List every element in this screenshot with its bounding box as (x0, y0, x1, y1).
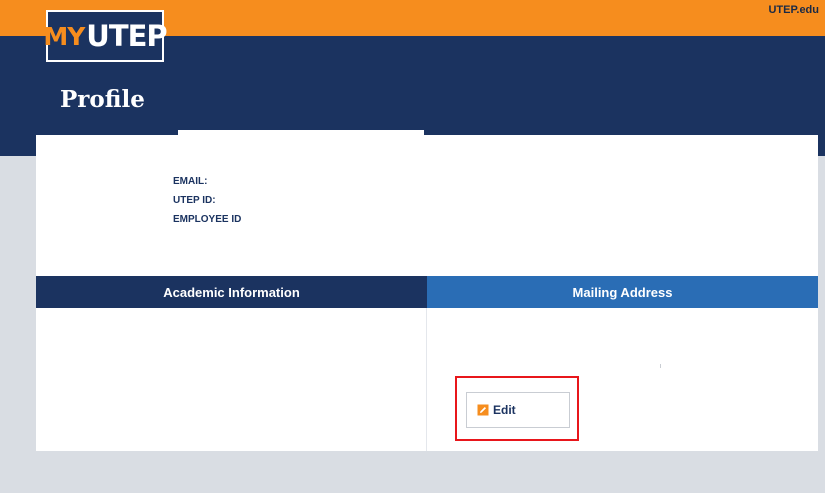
academic-information-panel (36, 308, 427, 451)
section-tabs: Academic Information Mailing Address (36, 276, 818, 308)
utep-id-label: UTEP ID: (173, 195, 216, 206)
email-label: EMAIL: (173, 176, 208, 187)
utep-edu-link[interactable]: UTEP.edu (768, 4, 819, 16)
divider-mark (660, 364, 661, 368)
tab-mailing-address[interactable]: Mailing Address (427, 276, 818, 308)
edit-label: Edit (493, 403, 516, 417)
tab-academic-information[interactable]: Academic Information (36, 276, 427, 308)
edit-icon (477, 404, 489, 416)
logo-utep-text: UTEP (86, 19, 167, 53)
logo-my-text: MY (43, 21, 85, 51)
employee-id-label: EMPLOYEE ID (173, 214, 242, 225)
profile-fields: EMAIL: UTEP ID: EMPLOYEE ID (173, 172, 241, 229)
section-content (36, 308, 818, 451)
edit-mailing-address-button[interactable]: Edit (466, 392, 570, 428)
page-title: Profile (60, 86, 145, 113)
my-utep-logo[interactable]: MY UTEP (43, 10, 168, 62)
profile-card: EMAIL: UTEP ID: EMPLOYEE ID (36, 135, 818, 276)
